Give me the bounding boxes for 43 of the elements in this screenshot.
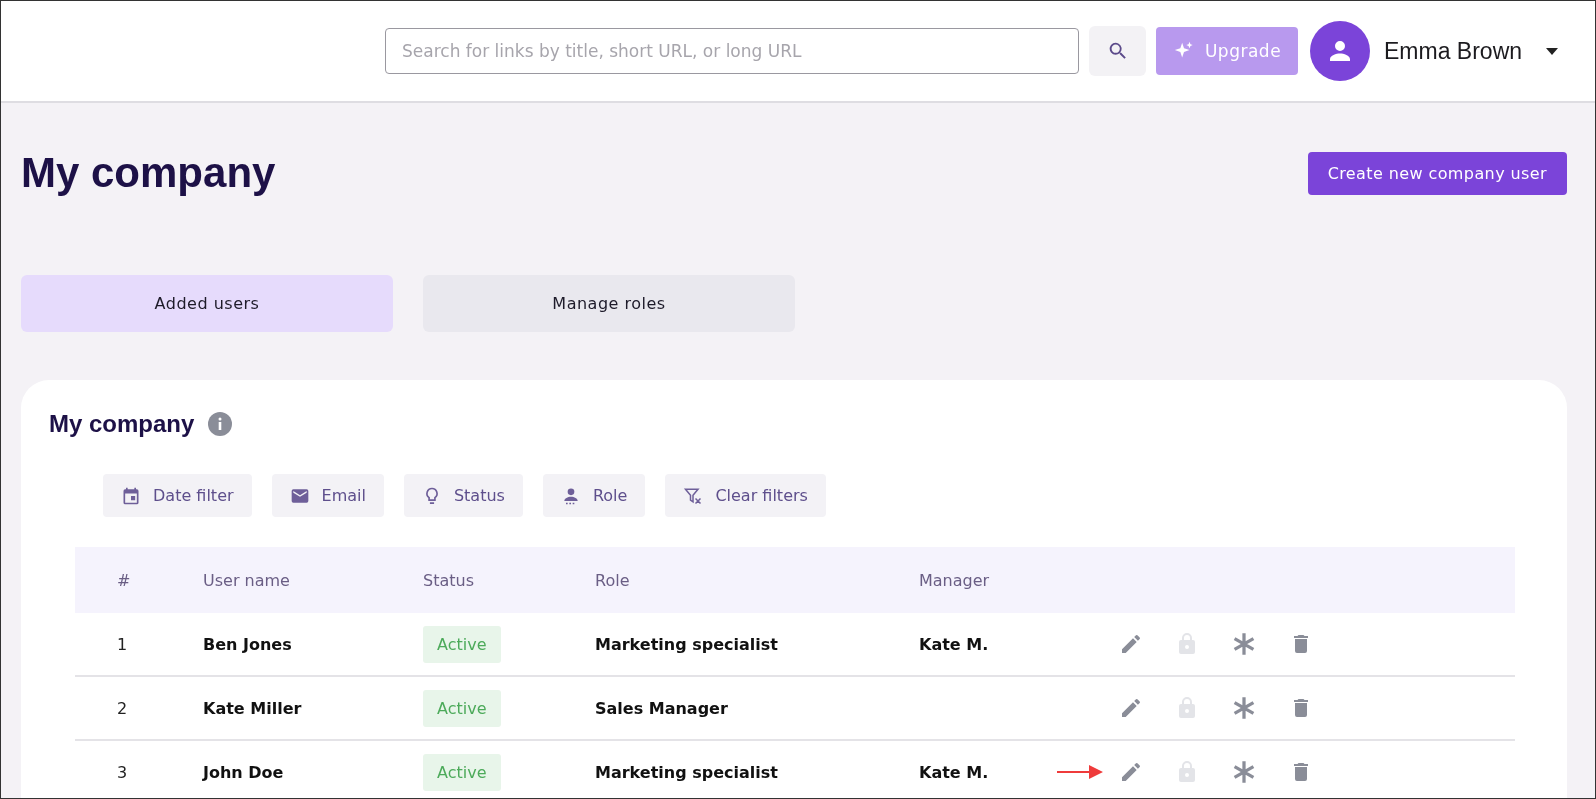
card-title: My company <box>49 410 195 438</box>
filter-button[interactable]: Status <box>403 474 523 517</box>
status-badge: Active <box>423 753 501 791</box>
status-badge: Active <box>423 625 501 663</box>
asterisk-icon[interactable] <box>1231 631 1257 657</box>
pencil-icon[interactable] <box>1119 696 1143 720</box>
role-cell: Sales Manager <box>595 698 728 718</box>
info-icon[interactable] <box>208 412 233 436</box>
asterisk-icon[interactable] <box>1231 759 1257 785</box>
create-user-button[interactable]: Create new company user <box>1307 151 1567 195</box>
calendar-icon <box>121 485 141 506</box>
column-header: User name <box>203 570 290 590</box>
user-name-cell: John Doe <box>203 762 284 782</box>
search-field[interactable]: Search for links by title, short URL, or long URL <box>385 28 1079 74</box>
column-header: Manager <box>919 570 990 590</box>
role-cell: Marketing specialist <box>595 762 778 782</box>
page-title: My company <box>21 149 276 197</box>
search-button[interactable] <box>1089 26 1146 76</box>
manager-cell: Kate M. <box>919 762 989 782</box>
filter-button[interactable]: Date filter <box>103 474 252 517</box>
filter-button[interactable]: Email <box>271 474 384 517</box>
avatar[interactable] <box>1310 21 1370 81</box>
filter-button[interactable]: Clear filters <box>665 474 826 517</box>
tab[interactable]: Manage roles <box>423 275 795 332</box>
user-name[interactable]: Emma Brown <box>1384 37 1523 65</box>
row-number: 2 <box>117 698 128 718</box>
status-badge: Active <box>423 689 501 727</box>
user-name-cell: Ben Jones <box>203 634 292 654</box>
annotation-arrow <box>1055 763 1105 781</box>
user-name-cell: Kate Miller <box>203 698 302 718</box>
row-number: 3 <box>117 762 128 782</box>
filter-button[interactable]: Role <box>542 474 646 517</box>
asterisk-icon[interactable] <box>1231 695 1257 721</box>
pencil-icon[interactable] <box>1119 760 1143 784</box>
column-header: # <box>117 570 131 590</box>
column-header: Role <box>595 570 630 590</box>
role-cell: Marketing specialist <box>595 634 778 654</box>
manager-cell: Kate M. <box>919 634 989 654</box>
tab[interactable]: Added users <box>21 275 393 332</box>
column-header: Status <box>423 570 474 590</box>
caret-icon[interactable] <box>1546 47 1559 55</box>
row-number: 1 <box>117 634 128 654</box>
pencil-icon[interactable] <box>1119 632 1143 656</box>
